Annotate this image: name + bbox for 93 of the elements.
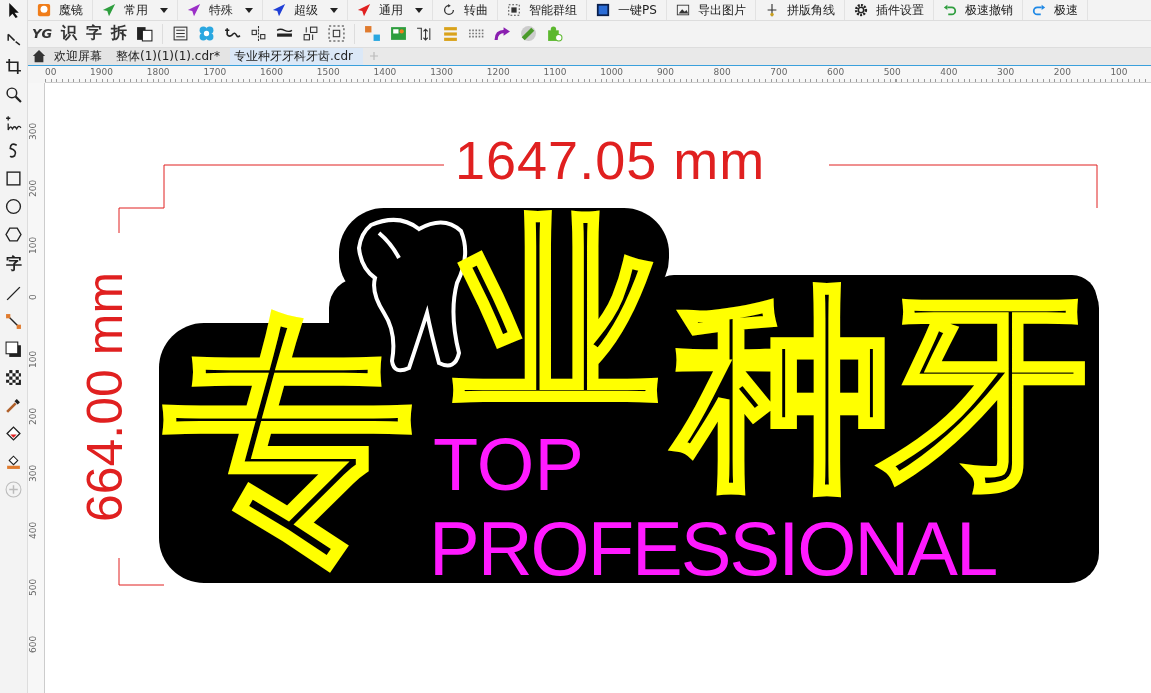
pencil-icon[interactable] xyxy=(520,25,538,43)
ruler-label: 200 xyxy=(28,408,39,428)
smart-fill-icon[interactable] xyxy=(5,453,22,470)
flower-icon[interactable] xyxy=(198,25,216,43)
ruler-label: 300 xyxy=(997,66,1016,79)
caret-icon xyxy=(245,7,253,13)
document-icon[interactable] xyxy=(136,25,154,43)
ruler-label: 300 xyxy=(28,465,39,485)
ruler-label: 500 xyxy=(28,579,39,599)
connector-icon[interactable] xyxy=(5,313,22,330)
home-icon xyxy=(32,49,46,64)
ruler-label: 1900 xyxy=(90,66,114,79)
ruler-label: 1000 xyxy=(600,66,625,79)
ruler-label: 1400 xyxy=(373,66,398,79)
rotate-icon xyxy=(442,3,456,17)
toolbar-button[interactable]: 魔镜 xyxy=(28,0,93,20)
caret-icon xyxy=(330,7,338,13)
picture-icon xyxy=(675,3,690,17)
image-icon[interactable] xyxy=(390,25,408,43)
caret-icon xyxy=(160,7,168,13)
ruler-label: 600 xyxy=(28,636,39,656)
ruler-label: 00 xyxy=(45,66,58,79)
toolbar-button[interactable]: 一键PS xyxy=(587,0,667,20)
plus-icon xyxy=(368,51,379,62)
selection-icon[interactable] xyxy=(328,25,346,43)
balloon-icon xyxy=(37,3,51,17)
ruler-label: 600 xyxy=(826,66,846,79)
freehand-icon[interactable] xyxy=(5,114,22,131)
paper-plane-icon xyxy=(102,3,116,17)
text-tool-button[interactable]: 识 xyxy=(61,23,78,45)
width-dimension-label: 1647.05 mm xyxy=(455,133,766,187)
toolbar-button[interactable]: 特殊 xyxy=(178,0,263,20)
toolbar-button[interactable]: 智能群组 xyxy=(498,0,587,20)
ruler-label: 1600 xyxy=(260,66,284,79)
ruler-label: 500 xyxy=(883,66,902,79)
ruler-label: 1800 xyxy=(146,66,171,79)
paint-bucket-icon[interactable] xyxy=(5,425,22,442)
paper-plane-icon xyxy=(272,3,286,17)
search-icon[interactable] xyxy=(5,86,22,103)
ruler-label: 1300 xyxy=(430,66,455,79)
line-icon[interactable] xyxy=(5,285,22,302)
ruler-label: 800 xyxy=(713,66,732,79)
toolbar-button[interactable]: 超级 xyxy=(263,0,348,20)
toolbar-button[interactable]: 极速 xyxy=(1022,0,1088,20)
ruler-label: 100 xyxy=(28,351,39,371)
paper-plane-icon xyxy=(357,3,371,17)
redo-icon xyxy=(1031,3,1046,17)
ruler-label: 400 xyxy=(28,522,39,542)
text-tool-button[interactable]: 拆 xyxy=(111,23,128,45)
toolbar-button[interactable]: 转曲 xyxy=(433,0,498,20)
arrow-icon[interactable] xyxy=(494,25,512,43)
align-icon[interactable] xyxy=(250,25,268,43)
ruler-label: 700 xyxy=(770,66,789,79)
caret-icon xyxy=(415,7,423,13)
toolbar-button[interactable]: 导出图片 xyxy=(666,0,756,20)
polygon-icon[interactable] xyxy=(5,226,22,243)
paper-plane-icon xyxy=(187,3,201,17)
text-tool-button[interactable]: 字 xyxy=(86,23,103,45)
text-tool[interactable]: 字 xyxy=(3,254,24,274)
ruler-label: 200 xyxy=(28,180,39,200)
rectangle-icon[interactable] xyxy=(5,170,22,187)
group-icon xyxy=(507,3,521,17)
arrange-icon[interactable] xyxy=(302,25,320,43)
ellipse-icon[interactable] xyxy=(5,198,22,215)
sign-text: PROFESSIONAL xyxy=(429,511,997,587)
settings-icon xyxy=(853,3,868,17)
toolbar-button[interactable]: 拼版角线 xyxy=(755,0,845,20)
eyedropper-icon[interactable] xyxy=(5,397,22,414)
table-icon[interactable] xyxy=(172,25,190,43)
ruler-label: 100 xyxy=(28,237,39,257)
undo-icon xyxy=(942,3,957,17)
ruler-label: 200 xyxy=(1053,66,1072,79)
toolbar-button[interactable]: 通用 xyxy=(348,0,433,20)
ruler-label: 300 xyxy=(28,123,39,143)
ruler-label: 1200 xyxy=(486,66,511,79)
square-icon xyxy=(596,3,610,17)
checkerboard-icon[interactable] xyxy=(5,369,22,386)
sign-character: 专 xyxy=(159,284,421,596)
toolbar-button[interactable]: 常用 xyxy=(93,0,178,20)
height-dimension-label: 664.00 mm xyxy=(80,270,130,525)
ruler-label: 400 xyxy=(940,66,959,79)
text-tool-button[interactable]: YG xyxy=(32,26,53,42)
shadow-icon[interactable] xyxy=(5,341,22,358)
ruler-label: 0 xyxy=(28,294,39,302)
crop-icon[interactable] xyxy=(5,58,22,75)
toolbar-button[interactable]: 极速撤销 xyxy=(933,0,1023,20)
ruler-label: 900 xyxy=(656,66,676,79)
ruler-label: 1500 xyxy=(316,66,341,79)
ruler-label: 1100 xyxy=(543,66,568,79)
swap-icon[interactable] xyxy=(364,25,382,43)
toolbar-button[interactable]: 插件设置 xyxy=(844,0,934,20)
ruler-label: 100 xyxy=(1110,66,1129,79)
ruler-label: 1700 xyxy=(203,66,228,79)
